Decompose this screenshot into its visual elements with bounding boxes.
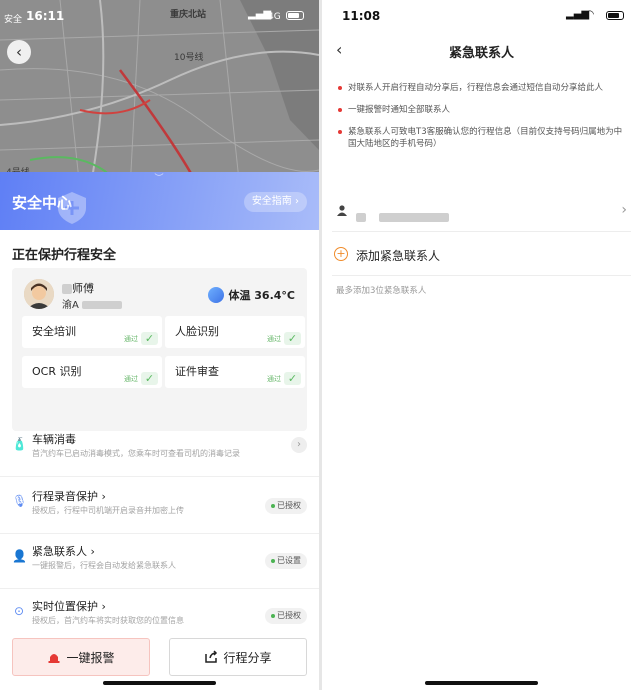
contact-phone: 13012379603 bbox=[379, 213, 450, 222]
safety-sheet: 正在保护行程安全 师傅 渝A 体温 36.4°C 安全培训 通过 ✓ 人脸识别 … bbox=[0, 230, 319, 690]
add-contact-icon: 👤 bbox=[12, 549, 27, 563]
check-icon: ✓ bbox=[284, 332, 301, 345]
safety-guide-button[interactable]: 安全指南 › bbox=[243, 192, 307, 212]
chevron-right-icon[interactable]: › bbox=[291, 437, 307, 453]
carrier-label: 安全 bbox=[4, 15, 23, 25]
contact-name-redaction bbox=[356, 213, 366, 222]
siren-icon bbox=[48, 654, 60, 663]
chevron-left-icon: ‹ bbox=[16, 43, 22, 61]
check-icon: ✓ bbox=[141, 332, 158, 345]
share-icon bbox=[205, 650, 218, 663]
contact-row[interactable]: 13012379603 › bbox=[332, 192, 631, 232]
home-indicator bbox=[425, 681, 538, 685]
safety-banner: ︶ 安全中心 安全指南 › bbox=[0, 172, 319, 230]
nav-bar: ‹ 紧急联系人 bbox=[322, 34, 641, 66]
sanitize-icon: 🧴 bbox=[12, 437, 27, 451]
check-icon: ✓ bbox=[284, 372, 301, 385]
bottom-action-bar: 一键报警 行程分享 bbox=[0, 630, 319, 690]
map-label-line10: 10号线 bbox=[174, 53, 204, 63]
add-contact-row[interactable]: + 添加紧急联系人 bbox=[332, 240, 631, 276]
map-label-station: 重庆北站 bbox=[170, 10, 207, 20]
home-indicator bbox=[103, 681, 216, 685]
name-redaction bbox=[62, 284, 72, 294]
share-trip-button[interactable]: 行程分享 bbox=[169, 638, 307, 676]
network-label: 4G bbox=[268, 12, 281, 22]
info-list: 对联系人开启行程自动分享后，行程信息会通过短信自动分享给此人 一键报警时通知全部… bbox=[336, 82, 626, 160]
wifi-icon: ◠ bbox=[586, 9, 594, 20]
thermometer-icon bbox=[208, 287, 225, 303]
status-time: 11:08 bbox=[342, 9, 381, 23]
map-view[interactable]: 安全 16:11 重庆北站 ▂▄▆ 4G 10号线 4号线 ‹ bbox=[0, 0, 319, 190]
feature-row-recording[interactable]: 🎙 行程录音保护 › 授权后，行程中司机端开启录音并加密上传 已授权 bbox=[0, 480, 319, 534]
check-safety-training: 安全培训 通过 ✓ bbox=[22, 316, 162, 348]
status-badge: 已授权 bbox=[265, 608, 307, 624]
driver-temperature: 体温 36.4°C bbox=[208, 287, 295, 303]
add-contact-label: 添加紧急联系人 bbox=[356, 249, 441, 263]
emergency-contact-screen: 11:08 ▂▄▆ ◠ ‹ 紧急联系人 对联系人开启行程自动分享后，行程信息会通… bbox=[322, 0, 641, 690]
page-title: 紧急联系人 bbox=[448, 46, 514, 61]
back-button[interactable]: ‹ bbox=[7, 40, 31, 64]
info-item: 对联系人开启行程自动分享后，行程信息会通过短信自动分享给此人 bbox=[336, 82, 626, 94]
drag-handle-icon[interactable]: ︶ bbox=[148, 175, 170, 184]
status-badge: 已授权 bbox=[265, 498, 307, 514]
shield-icon bbox=[58, 192, 86, 224]
status-badge: 已设置 bbox=[265, 553, 307, 569]
alarm-button[interactable]: 一键报警 bbox=[12, 638, 150, 676]
info-item: 一键报警时通知全部联系人 bbox=[336, 104, 626, 116]
license-plate: 渝A bbox=[62, 296, 122, 311]
check-icon: ✓ bbox=[141, 372, 158, 385]
chevron-right-icon: › bbox=[621, 202, 627, 218]
status-time: 16:11 bbox=[26, 9, 65, 23]
location-icon: ⊙ bbox=[13, 604, 25, 618]
status-bar: 安全 16:11 重庆北站 ▂▄▆ 4G bbox=[0, 0, 319, 30]
plate-redaction bbox=[81, 301, 122, 309]
feature-row-disinfection[interactable]: 🧴 车辆消毒 首汽约车已启动消毒模式，您乘车时可查看司机的消毒记录 › bbox=[0, 423, 319, 477]
add-circle-icon: + bbox=[334, 247, 348, 261]
person-icon bbox=[337, 205, 347, 216]
status-bar: 11:08 ▂▄▆ ◠ bbox=[322, 0, 641, 30]
max-contacts-hint: 最多添加3位紧急联系人 bbox=[336, 286, 427, 296]
check-ocr: OCR 识别 通过 ✓ bbox=[22, 356, 162, 388]
avatar bbox=[24, 279, 54, 309]
contact-info: 13012379603 bbox=[356, 207, 450, 226]
microphone-icon: 🎙 bbox=[12, 494, 28, 508]
section-title: 正在保护行程安全 bbox=[12, 248, 117, 263]
driver-name: 师傅 bbox=[62, 280, 94, 296]
battery-icon bbox=[606, 11, 624, 20]
info-item: 紧急联系人可致电T3客服确认您的行程信息（目前仅支持号码归属地为中国大陆地区的手… bbox=[336, 126, 626, 150]
check-document-review: 证件审查 通过 ✓ bbox=[165, 356, 305, 388]
safety-center-screen: 安全 16:11 重庆北站 ▂▄▆ 4G 10号线 4号线 ‹ ︶ 安全中心 安… bbox=[0, 0, 319, 690]
feature-row-emergency-contact[interactable]: 👤 紧急联系人 › 一键报警后，行程会自动发给紧急联系人 已设置 bbox=[0, 535, 319, 589]
driver-card: 师傅 渝A 体温 36.4°C 安全培训 通过 ✓ 人脸识别 通过 ✓ OCR … bbox=[12, 268, 307, 431]
check-face-recognition: 人脸识别 通过 ✓ bbox=[165, 316, 305, 348]
battery-icon bbox=[286, 11, 304, 20]
